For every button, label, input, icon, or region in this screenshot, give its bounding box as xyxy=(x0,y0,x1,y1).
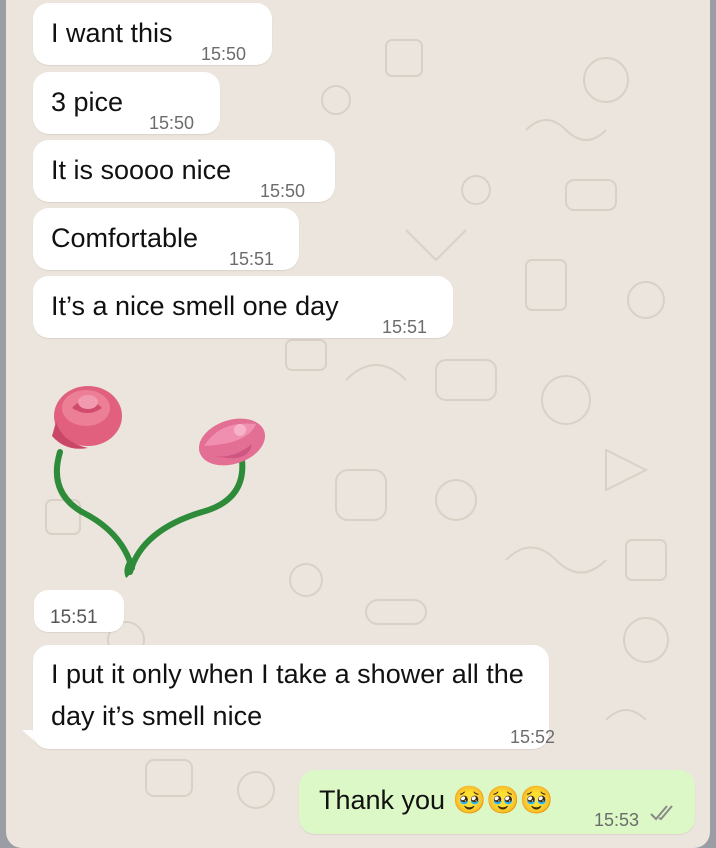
message-bubble-incoming[interactable]: Comfortable 15:51 xyxy=(33,208,299,270)
message-time: 15:51 xyxy=(229,249,275,269)
message-bubble-incoming[interactable]: 3 pice 15:50 xyxy=(33,72,220,134)
message-bubble-outgoing[interactable]: Thank you 🥹🥹🥹 15:53 xyxy=(299,770,695,834)
message-text: I put it only when I take a shower all t… xyxy=(51,659,524,731)
message-text: Comfortable xyxy=(51,223,199,253)
message-time: 15:53 xyxy=(594,810,640,830)
message-text: Thank you 🥹🥹🥹 xyxy=(319,785,554,815)
rose-flower-right xyxy=(198,418,266,466)
message-time: 15:50 xyxy=(149,113,195,133)
rose-sticker[interactable] xyxy=(42,372,272,584)
message-text: It’s a nice smell one day xyxy=(51,291,339,321)
message-time: 15:51 xyxy=(382,317,428,337)
message-text: I want this xyxy=(51,18,173,48)
chat-screen: I want this 15:50 3 pice 15:50 It is soo… xyxy=(6,0,710,848)
message-bubble-incoming[interactable]: It’s a nice smell one day 15:51 xyxy=(33,276,453,338)
message-text: It is soooo nice xyxy=(51,155,232,185)
rose-flower-left xyxy=(52,386,122,449)
message-time: 15:51 xyxy=(50,607,98,628)
message-bubble-incoming[interactable]: I put it only when I take a shower all t… xyxy=(33,645,555,749)
double-check-icon xyxy=(650,805,673,821)
sticker-time-badge: 15:51 xyxy=(34,590,124,632)
message-bubble-incoming[interactable]: It is soooo nice 15:50 xyxy=(33,140,335,202)
message-text: 3 pice xyxy=(51,87,124,117)
message-time: 15:50 xyxy=(201,44,247,64)
message-bubble-incoming[interactable]: I want this 15:50 xyxy=(33,3,272,65)
message-time: 15:52 xyxy=(510,727,556,747)
rose-stems xyxy=(53,449,246,578)
message-time: 15:50 xyxy=(260,181,306,201)
